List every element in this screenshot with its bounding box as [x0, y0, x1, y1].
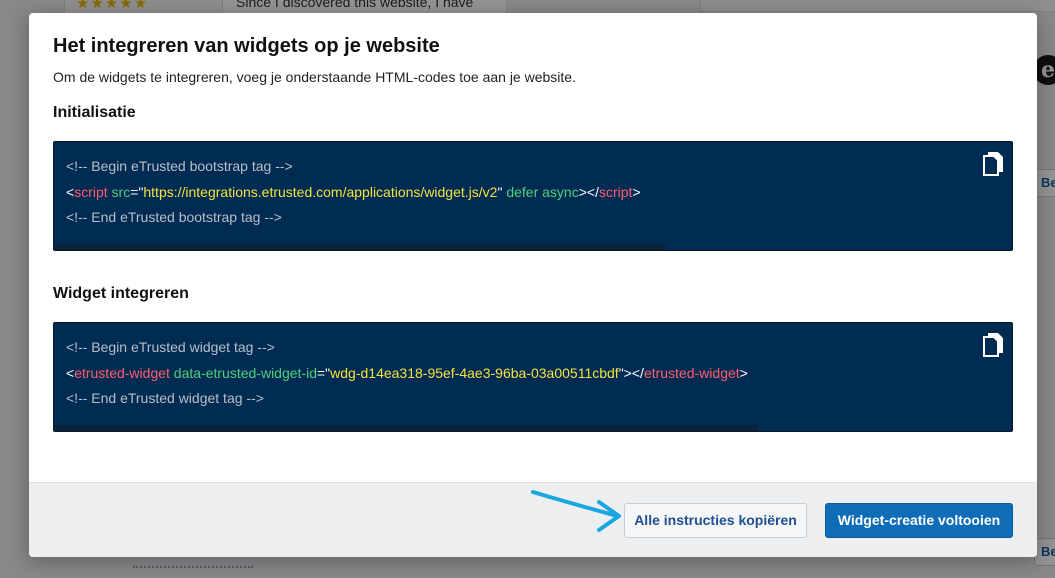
- code-tag-name: script: [74, 183, 108, 200]
- code-tag-name-close: script: [598, 183, 633, 200]
- code-comment-begin: <!-- Begin eTrusted bootstrap tag -->: [66, 158, 293, 174]
- code-punct: >: [578, 183, 587, 200]
- code-punct: >: [632, 183, 641, 200]
- code-punct: </: [631, 364, 644, 381]
- code-line-script: <script src="https://integrations.etrust…: [66, 183, 1000, 209]
- code-punct: =: [316, 364, 326, 381]
- code-comment-end: <!-- End eTrusted bootstrap tag -->: [66, 209, 282, 225]
- horizontal-scrollbar[interactable]: [54, 244, 1012, 250]
- code-string-widget-id: wdg-d14ea318-95ef-4ae3-96ba-03a00511cbdf: [330, 364, 619, 381]
- code-tag-name: etrusted-widget: [74, 364, 170, 381]
- code-punct: <: [66, 183, 75, 200]
- code-comment-end: <!-- End eTrusted widget tag -->: [66, 390, 264, 406]
- code-punct: >: [739, 364, 748, 381]
- code-punct: </: [586, 183, 599, 200]
- copy-all-instructions-button[interactable]: Alle instructies kopiëren: [624, 503, 807, 538]
- scrollbar-thumb[interactable]: [54, 244, 666, 250]
- scrollbar-thumb[interactable]: [54, 425, 758, 431]
- copy-icon[interactable]: [982, 332, 1004, 358]
- code-block-widget[interactable]: <!-- Begin eTrusted widget tag --> <etru…: [53, 322, 1013, 432]
- horizontal-scrollbar[interactable]: [54, 425, 1012, 431]
- section-title-initialisatie: Initialisatie: [53, 104, 136, 121]
- modal-body: Het integreren van widgets op je website…: [29, 13, 1037, 482]
- code-comment-begin: <!-- Begin eTrusted widget tag -->: [66, 339, 275, 355]
- modal-subtitle: Om de widgets te integreren, voeg je ond…: [53, 69, 576, 85]
- code-block-bootstrap[interactable]: <!-- Begin eTrusted bootstrap tag --> <s…: [53, 141, 1013, 251]
- arrow-annotation-icon: [531, 490, 621, 532]
- finish-widget-creation-button[interactable]: Widget-creatie voltooien: [825, 503, 1013, 538]
- code-attr-defer-async: defer async: [506, 183, 579, 200]
- code-line-widget: <etrusted-widget data-etrusted-widget-id…: [66, 364, 1000, 390]
- code-punct: >: [623, 364, 632, 381]
- modal-title: Het integreren van widgets op je website: [53, 35, 440, 57]
- code-attr-widget-id: data-etrusted-widget-id: [173, 364, 317, 381]
- code-attr-src: src: [111, 183, 131, 200]
- widget-integration-modal: Het integreren van widgets op je website…: [29, 13, 1037, 557]
- modal-footer: Alle instructies kopiëren Widget-creatie…: [29, 482, 1037, 557]
- section-title-widget-integreren: Widget integreren: [53, 285, 189, 302]
- copy-icon[interactable]: [982, 151, 1004, 177]
- code-string-url: https://integrations.etrusted.com/applic…: [143, 183, 498, 200]
- code-punct: <: [66, 364, 75, 381]
- code-tag-name-close: etrusted-widget: [643, 364, 740, 381]
- code-punct: ": [497, 183, 503, 200]
